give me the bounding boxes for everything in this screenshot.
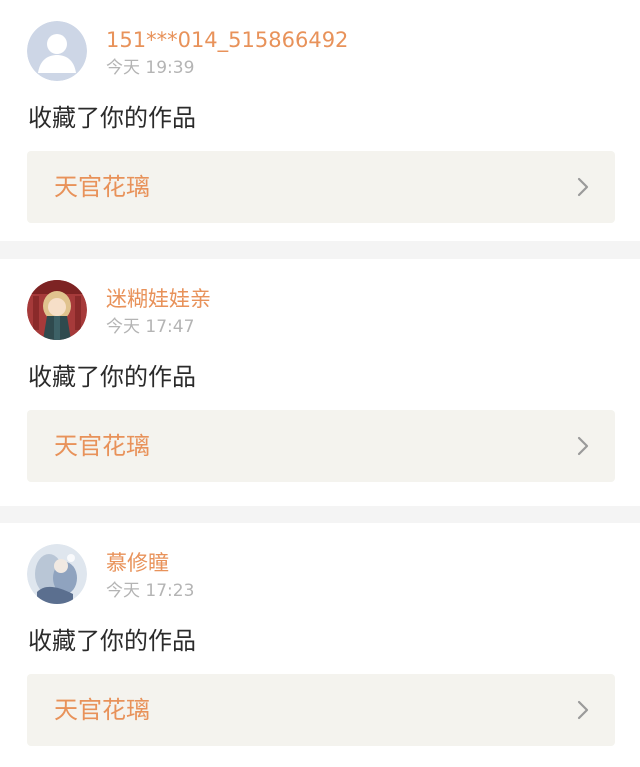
work-title: 天官花璃 bbox=[54, 432, 150, 460]
chevron-right-icon bbox=[577, 700, 589, 720]
action-text: 收藏了你的作品 bbox=[28, 627, 196, 655]
anime-girl-avatar-icon[interactable] bbox=[27, 280, 87, 340]
work-link[interactable]: 天官花璃 bbox=[27, 410, 615, 482]
timestamp: 今天 17:23 bbox=[106, 581, 195, 601]
work-title: 天官花璃 bbox=[54, 173, 150, 201]
notification-card: 慕修瞳 今天 17:23 收藏了你的作品 天官花璃 bbox=[0, 523, 640, 767]
fantasy-art-avatar-icon[interactable] bbox=[27, 544, 87, 604]
action-text: 收藏了你的作品 bbox=[28, 104, 196, 132]
work-link[interactable]: 天官花璃 bbox=[27, 674, 615, 746]
timestamp: 今天 19:39 bbox=[106, 58, 195, 78]
work-title: 天官花璃 bbox=[54, 696, 150, 724]
action-text: 收藏了你的作品 bbox=[28, 363, 196, 391]
work-link[interactable]: 天官花璃 bbox=[27, 151, 615, 223]
timestamp: 今天 17:47 bbox=[106, 317, 195, 337]
notification-card: 迷糊娃娃亲 今天 17:47 收藏了你的作品 天官花璃 bbox=[0, 259, 640, 506]
notification-card: 151***014_515866492 今天 19:39 收藏了你的作品 天官花… bbox=[0, 0, 640, 241]
username[interactable]: 迷糊娃娃亲 bbox=[106, 285, 211, 313]
notification-feed: 151***014_515866492 今天 19:39 收藏了你的作品 天官花… bbox=[0, 0, 640, 767]
default-user-avatar-icon[interactable] bbox=[27, 21, 87, 81]
username[interactable]: 151***014_515866492 bbox=[106, 26, 348, 54]
username[interactable]: 慕修瞳 bbox=[106, 549, 169, 577]
chevron-right-icon bbox=[577, 436, 589, 456]
chevron-right-icon bbox=[577, 177, 589, 197]
